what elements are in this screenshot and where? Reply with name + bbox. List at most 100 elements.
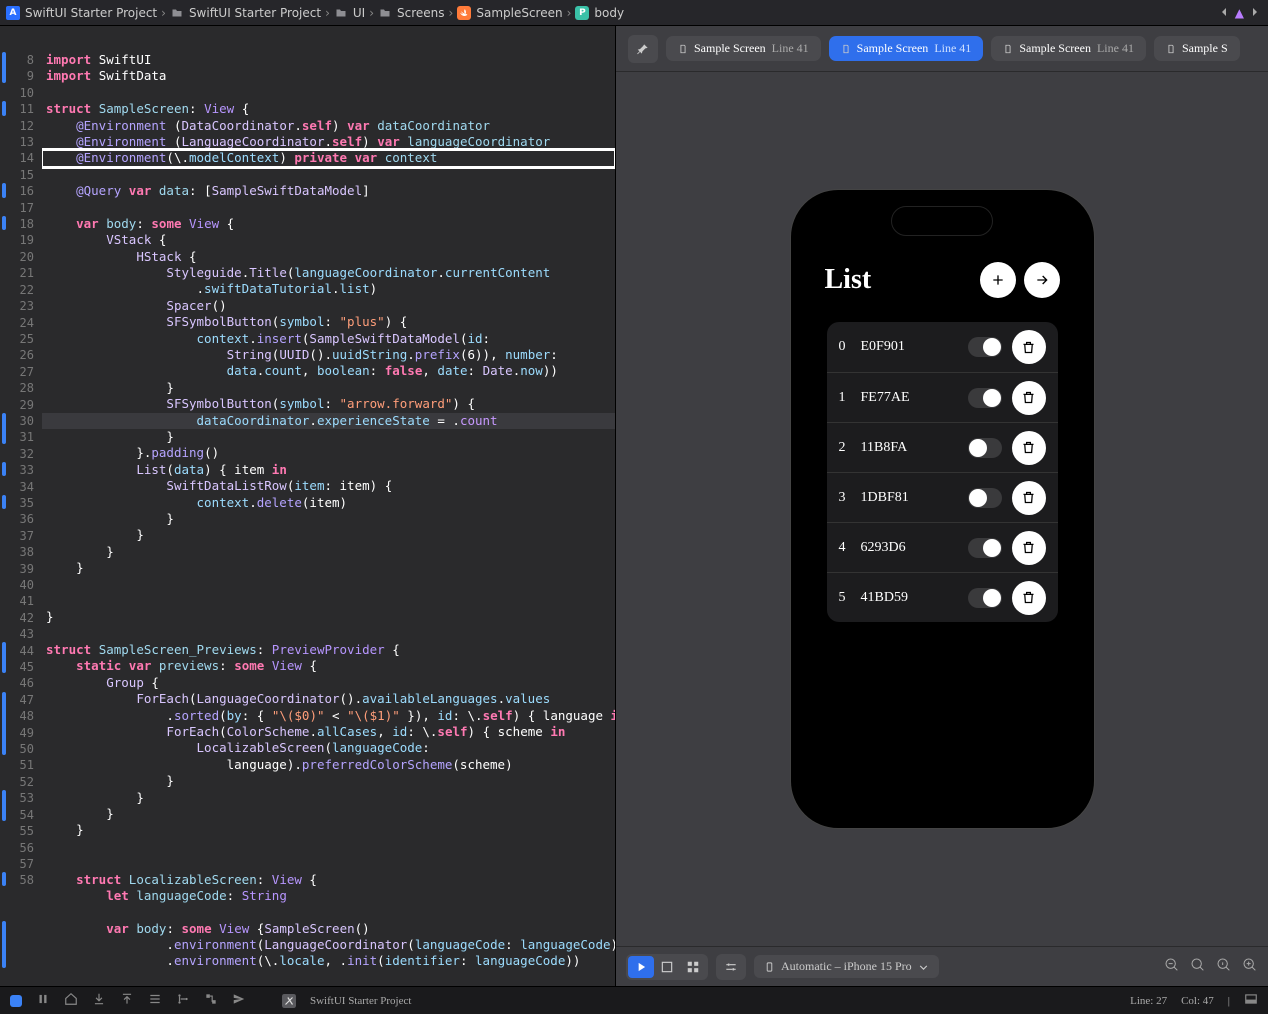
delete-button[interactable] xyxy=(1012,481,1046,515)
toggle[interactable] xyxy=(968,488,1002,508)
code-line[interactable] xyxy=(42,85,615,101)
code-line[interactable]: context.delete(item) xyxy=(42,495,615,511)
zoom-out-icon[interactable] xyxy=(1164,957,1180,977)
selectable-mode-button[interactable] xyxy=(654,956,680,978)
code-line[interactable]: @Environment (DataCoordinator.self) var … xyxy=(42,118,615,134)
code-line[interactable] xyxy=(42,593,615,609)
breadcrumb-item[interactable]: SwiftUI Starter Project xyxy=(170,6,321,20)
warning-icon[interactable]: ▲ xyxy=(1235,6,1244,20)
code-line[interactable] xyxy=(42,577,615,593)
live-mode-button[interactable] xyxy=(628,956,654,978)
chevron-right-icon[interactable] xyxy=(1250,6,1260,20)
code-line[interactable]: } xyxy=(42,790,615,806)
hierarchy-icon[interactable] xyxy=(204,992,218,1009)
code-line[interactable]: dataCoordinator.experienceState = .count xyxy=(42,413,615,429)
device-settings-button[interactable] xyxy=(718,956,744,978)
branch-icon[interactable] xyxy=(176,992,190,1009)
code-line[interactable]: struct SampleScreen: View { xyxy=(42,101,615,117)
code-line[interactable]: SwiftDataListRow(item: item) { xyxy=(42,478,615,494)
code-line[interactable]: context.insert(SampleSwiftDataModel(id: xyxy=(42,331,615,347)
code-line[interactable] xyxy=(42,855,615,871)
device-selector[interactable]: Automatic – iPhone 15 Pro xyxy=(754,955,939,978)
code-line[interactable] xyxy=(42,200,615,216)
code-line[interactable]: .environment(LanguageCoordinator(languag… xyxy=(42,937,615,953)
pin-button[interactable] xyxy=(628,35,658,63)
toggle[interactable] xyxy=(968,388,1002,408)
code-line[interactable]: String(UUID().uuidString.prefix(6)), num… xyxy=(42,347,615,363)
code-line[interactable]: data.count, boolean: false, date: Date.n… xyxy=(42,363,615,379)
send-icon[interactable] xyxy=(232,992,246,1009)
code-line[interactable]: language).preferredColorScheme(scheme) xyxy=(42,757,615,773)
stack-icon[interactable] xyxy=(148,992,162,1009)
panel-icon[interactable] xyxy=(1244,992,1258,1009)
delete-button[interactable] xyxy=(1012,581,1046,615)
code-line[interactable]: } xyxy=(42,429,615,445)
code-editor[interactable]: 8910111213141516171819202122232425262728… xyxy=(0,26,616,986)
code-line[interactable]: static var previews: some View { xyxy=(42,658,615,674)
code-line[interactable] xyxy=(42,904,615,920)
code-line[interactable]: .swiftDataTutorial.list) xyxy=(42,281,615,297)
code-line[interactable]: var body: some View { xyxy=(42,216,615,232)
breadcrumb-item[interactable]: ASwiftUI Starter Project xyxy=(6,6,157,20)
breadcrumb-item[interactable]: SampleScreen xyxy=(457,6,562,20)
code-line[interactable]: @Environment(\.modelContext) private var… xyxy=(42,150,615,166)
code-line[interactable]: SFSymbolButton(symbol: "arrow.forward") … xyxy=(42,396,615,412)
upload-icon[interactable] xyxy=(120,992,134,1009)
code-line[interactable]: } xyxy=(42,380,615,396)
zoom-actual-icon[interactable] xyxy=(1216,957,1232,977)
zoom-in-icon[interactable] xyxy=(1242,957,1258,977)
breadcrumb-item[interactable]: Screens xyxy=(378,6,445,20)
toggle[interactable] xyxy=(968,588,1002,608)
code-line[interactable]: let languageCode: String xyxy=(42,888,615,904)
preview-tab[interactable]: Sample S xyxy=(1154,36,1240,61)
chevron-left-icon[interactable] xyxy=(1219,6,1229,20)
code-line[interactable]: import SwiftData xyxy=(42,68,615,84)
code-line[interactable] xyxy=(42,167,615,183)
code-line[interactable]: } xyxy=(42,511,615,527)
variants-mode-button[interactable] xyxy=(680,956,706,978)
delete-button[interactable] xyxy=(1012,381,1046,415)
code-line[interactable]: var body: some View {SampleScreen() xyxy=(42,921,615,937)
code-line[interactable]: } xyxy=(42,773,615,789)
code-line[interactable]: .environment(\.locale, .init(identifier:… xyxy=(42,953,615,969)
code-line[interactable]: @Query var data: [SampleSwiftDataModel] xyxy=(42,183,615,199)
code-line[interactable]: struct SampleScreen_Previews: PreviewPro… xyxy=(42,642,615,658)
preview-tab[interactable]: Sample ScreenLine 41 xyxy=(666,36,821,61)
code-line[interactable]: VStack { xyxy=(42,232,615,248)
code-line[interactable]: } xyxy=(42,560,615,576)
delete-button[interactable] xyxy=(1012,531,1046,565)
breadcrumb-item[interactable]: Pbody xyxy=(575,6,624,20)
code-line[interactable]: import SwiftUI xyxy=(42,52,615,68)
toggle[interactable] xyxy=(968,538,1002,558)
code-line[interactable]: ForEach(ColorScheme.allCases, id: \.self… xyxy=(42,724,615,740)
code-line[interactable] xyxy=(42,839,615,855)
code-line[interactable]: Group { xyxy=(42,675,615,691)
delete-button[interactable] xyxy=(1012,431,1046,465)
forward-button[interactable] xyxy=(1024,262,1060,298)
code-line[interactable]: .sorted(by: { "\($0)" < "\($1)" }), id: … xyxy=(42,708,615,724)
zoom-fit-icon[interactable] xyxy=(1190,957,1206,977)
code-line[interactable]: } xyxy=(42,806,615,822)
code-line[interactable]: List(data) { item in xyxy=(42,462,615,478)
code-line[interactable]: struct LocalizableScreen: View { xyxy=(42,872,615,888)
code-line[interactable]: } xyxy=(42,609,615,625)
code-line[interactable]: Styleguide.Title(languageCoordinator.cur… xyxy=(42,265,615,281)
toggle[interactable] xyxy=(968,438,1002,458)
preview-tab[interactable]: Sample ScreenLine 41 xyxy=(991,36,1146,61)
breadcrumb-item[interactable]: UI xyxy=(334,6,365,20)
code-line[interactable]: HStack { xyxy=(42,249,615,265)
code-line[interactable]: } xyxy=(42,822,615,838)
code-line[interactable]: } xyxy=(42,544,615,560)
preview-tab[interactable]: Sample ScreenLine 41 xyxy=(829,36,984,61)
download-icon[interactable] xyxy=(92,992,106,1009)
code-line[interactable]: ForEach(LanguageCoordinator().availableL… xyxy=(42,691,615,707)
code-line[interactable] xyxy=(42,626,615,642)
delete-button[interactable] xyxy=(1012,330,1046,364)
code-line[interactable]: }.padding() xyxy=(42,445,615,461)
code-line[interactable]: Spacer() xyxy=(42,298,615,314)
add-button[interactable] xyxy=(980,262,1016,298)
code-line[interactable]: SFSymbolButton(symbol: "plus") { xyxy=(42,314,615,330)
code-line[interactable]: } xyxy=(42,527,615,543)
home-icon[interactable] xyxy=(64,992,78,1009)
code-line[interactable]: LocalizableScreen(languageCode: xyxy=(42,740,615,756)
